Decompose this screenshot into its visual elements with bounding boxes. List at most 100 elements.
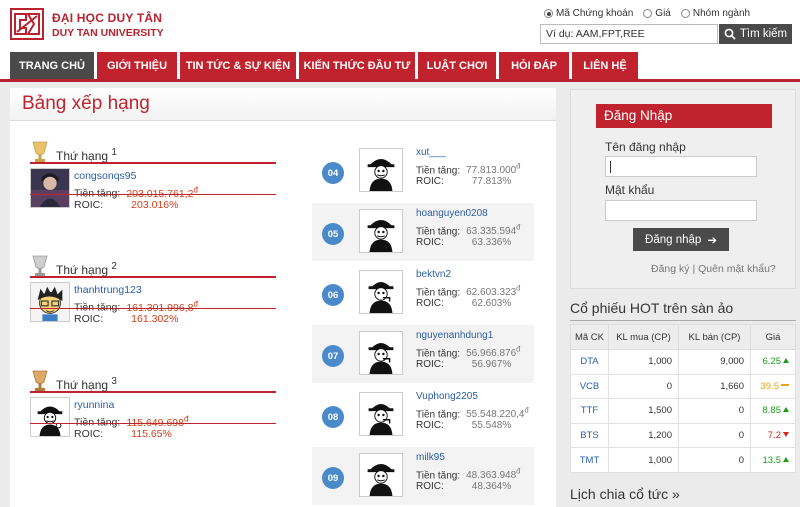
roic-label: ROIC: [416,298,444,309]
search-type-radios: Mã Chứng khoán Giá Nhóm ngành [544,8,750,19]
unchanged-icon [781,383,789,386]
password-label: Mật khẩu [605,183,655,197]
buy-volume: 1,000 [608,349,679,375]
price-cell: 13.5 [750,447,796,473]
university-logo[interactable] [10,8,44,40]
spy-avatar-icon [367,220,395,252]
username-link[interactable]: Vuphong2205 [416,391,478,402]
nav-contact[interactable]: LIÊN HỆ [572,52,638,79]
price-value: 7.2 [767,430,781,442]
avatar[interactable] [30,397,70,437]
roic: ROIC: 115.65% [74,428,172,440]
spy-pipe-avatar-icon [368,403,394,435]
username-link[interactable]: congsonqs95 [74,170,136,182]
money-amount: 77.813.000 [466,165,517,177]
search-icon [724,28,736,40]
sell-volume: 0 [678,398,751,424]
radio-unchecked-icon [643,9,653,18]
stock-code-link[interactable]: BTS [570,422,609,449]
price-value: 39.5 [760,380,780,392]
column-header: Giá [750,324,796,350]
login-button-label: Đăng nhập [645,233,702,246]
link-separator: | [692,263,696,275]
forgot-password-link[interactable]: Quên mật khẩu? [698,263,776,275]
roic-label: ROIC: [416,481,444,492]
username-link[interactable]: xut___ [416,147,446,158]
divider [30,308,276,309]
roic-value: 161.302% [131,313,179,325]
nav-about[interactable]: GIỚI THIỆU [97,52,177,79]
ranking-row-05: 05 hoanguyen0208 Tiền tăng: 63.335.594đ R… [312,203,534,261]
nav-home[interactable]: TRANG CHỦ [10,52,94,79]
avatar[interactable] [359,331,403,375]
table-row: BTS 1,200 0 7.2 [570,422,796,449]
price-cell: 6.25 [750,349,796,375]
arrow-up-icon [783,407,789,413]
price-value: 6.25 [762,356,782,368]
logo-mark-icon [14,13,40,35]
roic-label: ROIC: [74,313,104,325]
search-input[interactable]: Ví dụ: AAM,FPT,REE [540,24,718,44]
dividend-schedule-link[interactable]: Lịch chia cổ tức » [570,486,680,502]
buy-volume: 0 [608,373,679,400]
currency-symbol: đ [183,414,189,423]
nav-game-rules[interactable]: LUẬT CHƠI [418,52,496,79]
login-panel: Đăng Nhập Tên đăng nhập Mật khẩu Đăng nh… [570,89,796,289]
price-cell: 8.85 [750,398,796,424]
money-amount: 48.363.948 [466,470,517,482]
username-input[interactable] [605,156,757,177]
rank-badge: 09 [322,467,344,489]
radio-price[interactable]: Giá [643,8,671,19]
nav-investment-knowledge[interactable]: KIẾN THỨC ĐẦU TƯ [299,52,415,79]
stock-code-link[interactable]: TTF [570,398,609,424]
username-link[interactable]: milk95 [416,452,445,463]
password-input[interactable] [605,200,757,221]
arrow-down-icon [783,432,789,438]
currency-symbol: đ [193,299,198,308]
rank-number: 1 [111,147,117,158]
username-link[interactable]: ryunnina [74,399,114,411]
arrow-right-icon: ➔ [707,234,717,247]
avatar[interactable] [30,282,70,322]
column-header: KL mua (CP) [608,324,679,350]
login-button[interactable]: Đăng nhập ➔ [633,228,729,251]
money-value: 56.966.876đ [466,345,520,359]
rank-label-text: Thứ hạng [56,263,109,277]
site-title[interactable]: ĐẠI HỌC DUY TÂN [52,11,162,25]
avatar[interactable] [359,453,403,497]
roic: ROIC: 55.548% [416,420,511,431]
main-nav: TRANG CHỦ GIỚI THIỆU TIN TỨC & SỰ KIỆN K… [0,52,800,82]
avatar[interactable] [30,168,70,208]
stock-code-link[interactable]: TMT [570,447,609,473]
roic-label: ROIC: [416,176,444,187]
avatar[interactable] [359,270,403,314]
radio-industry[interactable]: Nhóm ngành [680,8,750,19]
username-link[interactable]: thanhtrung123 [74,284,142,296]
username-link[interactable]: hoanguyen0208 [416,208,488,219]
roic-value: 203.016% [131,199,179,211]
username-link[interactable]: bektvn2 [416,269,451,280]
register-link[interactable]: Đăng ký [651,263,690,275]
search-button[interactable]: Tìm kiếm [719,24,792,44]
avatar[interactable] [359,209,403,253]
sell-volume: 9,000 [678,349,751,375]
money-value: 63.335.594đ [466,223,520,238]
money-label: Tiền tăng: [416,348,461,360]
username-link[interactable]: nguyenanhdung1 [416,330,493,341]
ranking-row-06: 06 bektvn2 Tiền tăng: 62.603.323đ ROIC: 62… [312,264,534,322]
radio-stock-code[interactable]: Mã Chứng khoán [544,8,633,19]
stock-code-link[interactable]: DTA [570,349,609,375]
money-amount: 63.335.594 [466,226,517,238]
gold-trophy-icon [32,141,48,162]
rank-label-text: Thứ hạng [56,149,109,163]
nav-news-events[interactable]: TIN TỨC & SỰ KIỆN [180,52,296,79]
text-caret [610,161,611,173]
avatar[interactable] [359,148,403,192]
currency-symbol: đ [516,162,521,171]
stock-code-link[interactable]: VCB [570,373,609,400]
money-amount: 62.603.323 [466,287,517,299]
nav-faq[interactable]: HỎI ĐÁP [499,52,569,79]
rank-label: Thứ hạng 2 [56,261,117,277]
avatar[interactable] [359,392,403,436]
table-row: TMT 1,000 0 13.5 [570,447,796,473]
